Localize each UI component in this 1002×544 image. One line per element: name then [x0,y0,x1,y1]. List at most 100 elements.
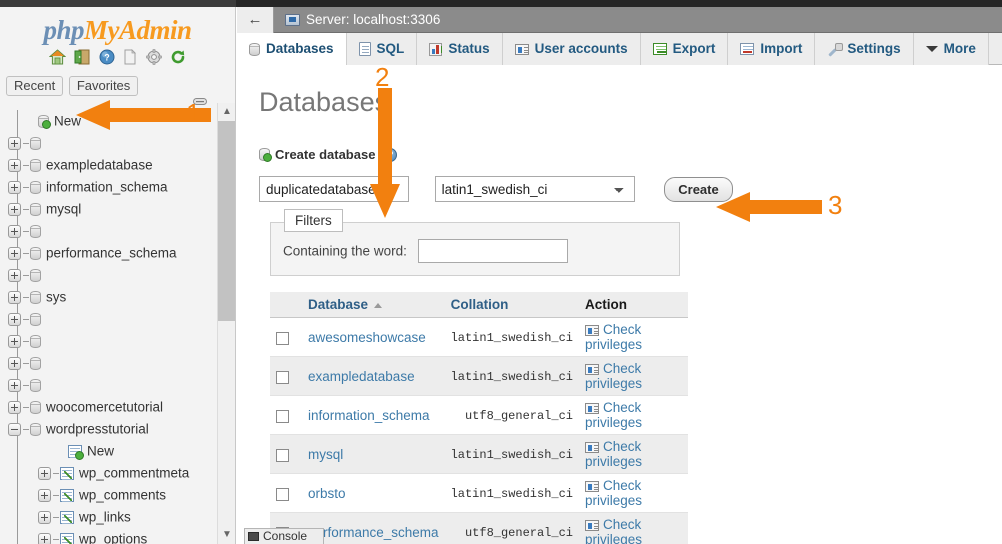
tree-item[interactable]: performance_schema [0,242,218,264]
tree-collapse-icon[interactable] [8,422,21,436]
row-checkbox[interactable] [276,370,289,384]
row-checkbox[interactable] [276,409,289,423]
logout-icon[interactable] [74,49,91,68]
gear-icon[interactable] [146,49,162,68]
tree-expand-icon[interactable] [8,224,21,238]
action-cell[interactable]: Check privileges [579,434,688,475]
sidebar-scrollbar[interactable]: ▲ ▼ [217,103,235,544]
tree-expand-icon[interactable] [8,312,21,326]
database-icon [30,334,41,348]
tree-item[interactable]: wp_options [0,528,218,544]
tree-connector [53,494,59,496]
row-checkbox[interactable] [276,448,289,462]
row-checkbox-cell[interactable] [270,317,302,358]
tree-item[interactable] [0,132,218,154]
tree-expand-icon[interactable] [8,378,21,392]
table-row[interactable]: information_schema utf8_general_ci Check p… [270,395,688,436]
column-header-collation[interactable]: Collation [444,292,579,319]
tree-item[interactable]: wp_links [0,506,218,528]
back-button[interactable]: ← [237,7,274,33]
sidebar-tab-recent[interactable]: Recent [6,76,64,96]
action-cell[interactable]: Check privileges [579,473,688,514]
tree-expand-icon[interactable] [38,532,51,544]
tree-expand-icon[interactable] [8,400,21,414]
action-cell[interactable]: Check privileges [579,356,688,397]
tree-item[interactable]: wordpresstutorial [0,418,218,440]
tree-item[interactable] [0,352,218,374]
tree-expand-icon[interactable] [8,334,21,348]
tree-expand-icon[interactable] [8,202,21,216]
import-icon [740,43,755,56]
table-row[interactable]: exampledatabase latin1_swedish_ci Check pr… [270,356,688,397]
tab-settings[interactable]: Settings [815,33,914,65]
tree-item[interactable]: wp_comments [0,484,218,506]
tree-expand-icon[interactable] [38,466,51,480]
column-header-database[interactable]: Database [302,292,445,319]
collation-value: latin1_swedish_ci [450,487,573,502]
tab-sql[interactable]: SQL [346,33,418,65]
tree-item[interactable]: information_schema [0,176,218,198]
tab-import[interactable]: Import [728,33,816,65]
sidebar-scroll-up-arrow[interactable]: ▲ [218,103,235,121]
tree-item[interactable]: wp_commentmeta [0,462,218,484]
tree-connector [23,406,29,408]
tree-item[interactable] [0,374,218,396]
table-row[interactable]: awesomeshowcase latin1_swedish_ci Check pr… [270,317,688,358]
containing-word-input[interactable] [418,239,569,264]
database-name-cell[interactable]: mysql [302,434,445,475]
row-checkbox-cell[interactable] [270,434,302,475]
tree-item[interactable]: woocomercetutorial [0,396,218,418]
tab-more[interactable]: More [913,33,989,65]
console-bar[interactable]: Console [244,528,324,544]
tree-expand-icon[interactable] [38,488,51,502]
tab-label: Databases [266,41,334,56]
tree-item[interactable] [0,220,218,242]
database-icon [30,422,41,436]
tree-expand-icon[interactable] [8,290,21,304]
tree-expand-icon[interactable] [8,158,21,172]
tree-expand-icon[interactable] [8,136,21,150]
sidebar-scroll-down-arrow[interactable]: ▼ [218,526,235,544]
tree-expand-icon[interactable] [8,268,21,282]
action-cell[interactable]: Check privileges [579,395,688,436]
database-name-cell[interactable]: awesomeshowcase [302,317,445,358]
help-icon[interactable]: ? [99,49,115,68]
column-header-collation-label: Collation [450,297,509,313]
tree-item[interactable]: mysql [0,198,218,220]
sidebar-tab-favorites[interactable]: Favorites [68,76,139,96]
tree-item[interactable]: exampledatabase [0,154,218,176]
sidebar-scroll-thumb[interactable] [218,121,235,321]
row-checkbox-cell[interactable] [270,356,302,397]
tree-trunk-line [17,440,18,462]
table-row[interactable]: orbsto latin1_swedish_ci Check privileges [270,473,688,514]
table-row[interactable]: performance_schema utf8_general_ci Check p… [270,512,688,544]
row-checkbox-cell[interactable] [270,473,302,514]
tree-item[interactable]: sys [0,286,218,308]
phpmyadmin-logo[interactable]: phpMyAdmin [0,7,235,46]
tree-item[interactable] [0,264,218,286]
refresh-icon[interactable] [170,49,186,68]
collation-select[interactable]: latin1_swedish_ciutf8_general_ci [434,176,635,203]
tree-expand-icon[interactable] [8,246,21,260]
tree-expand-icon[interactable] [8,180,21,194]
tree-item[interactable] [0,308,218,330]
tab-databases[interactable]: Databases [237,33,347,65]
tree-item[interactable]: New [0,440,218,462]
tree-expand-icon[interactable] [38,510,51,524]
row-checkbox[interactable] [276,487,289,501]
database-name-cell[interactable]: exampledatabase [302,356,445,397]
tree-expand-icon[interactable] [8,356,21,370]
table-row[interactable]: mysql latin1_swedish_ci Check privileges [270,434,688,475]
row-checkbox-cell[interactable] [270,395,302,436]
documentation-icon[interactable] [122,49,138,68]
action-cell[interactable]: Check privileges [579,512,688,544]
row-checkbox[interactable] [276,331,289,345]
tab-status[interactable]: Status [417,33,503,65]
database-name-cell[interactable]: information_schema [302,395,445,436]
action-cell[interactable]: Check privileges [579,317,688,358]
tree-item[interactable] [0,330,218,352]
tab-user-accounts[interactable]: User accounts [502,33,641,65]
database-name-cell[interactable]: orbsto [302,473,445,514]
tab-export[interactable]: Export [640,33,729,65]
home-icon[interactable] [49,49,67,68]
